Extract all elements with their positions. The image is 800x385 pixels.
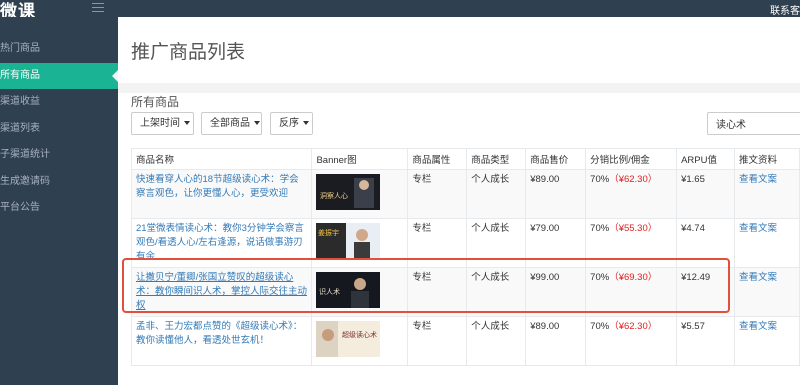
sidebar-item-subchannel-stats[interactable]: 子渠道统计 [0,142,118,169]
product-type: 个人成长 [466,316,527,366]
sidebar-item-invite-code[interactable]: 生成邀请码 [0,169,118,196]
table-header-row: 商品名称 Banner图 商品属性 商品类型 商品售价 分销比例/佣金 ARPU… [130,148,800,170]
table-row: 快速看穿人心的18节超级读心术：学会察言观色，让你更懂人心，更受欢迎 洞察人心 … [130,169,800,219]
table-row-highlighted: 让撒贝宁/董卿/张国立赞叹的超级读心术：教你瞬间识人术，掌控人际交往主动权 识人… [130,267,800,317]
banner-image[interactable]: 姜振宇 [316,223,381,259]
order-label: 反序 [279,118,299,129]
column-header: 推文资料 [734,148,800,170]
banner-image[interactable]: 超级读心术 [316,321,381,357]
column-header: 商品名称 [130,148,313,170]
search-input[interactable] [707,112,800,135]
sidebar-item-announcements[interactable]: 平台公告 [0,195,118,222]
chevron-down-icon [184,121,190,126]
sidebar-item-channels[interactable]: 渠道列表 [0,116,118,143]
product-price: ¥79.00 [525,218,587,268]
product-price: ¥89.00 [525,316,587,366]
column-header: 分销比例/佣金 [585,148,678,170]
commission-amount: （¥55.30） [609,223,658,234]
sort-time-dropdown[interactable]: 上架时间 [131,112,194,135]
product-attr: 专栏 [407,267,468,317]
product-filter-dropdown[interactable]: 全部商品 [201,112,262,135]
section-title: 所有商品 [131,95,180,109]
banner-image[interactable]: 洞察人心 [316,174,381,210]
arpu-value: ¥4.74 [676,218,736,268]
banner-caption: 姜振宇 [318,228,339,237]
banner-caption: 超级读心术 [342,330,377,339]
product-name-link[interactable]: 孟非、王力宏都点赞的《超级读心术》：教你读懂他人，看透处世玄机！ [136,321,302,346]
column-header: ARPU值 [676,148,736,170]
view-copy-link[interactable]: 查看文案 [739,174,777,185]
arpu-value: ¥12.49 [676,267,736,317]
product-price: ¥99.00 [525,267,587,317]
banner-image[interactable]: 识人术 [316,272,381,308]
product-type: 个人成长 [466,218,527,268]
banner-caption: 识人术 [319,287,340,296]
commission-cell: 70%（¥55.30） [585,218,678,268]
commission-cell: 70%（¥62.30） [585,316,678,366]
table-row: 孟非、王力宏都点赞的《超级读心术》：教你读懂他人，看透处世玄机！ 超级读心术 专… [130,316,800,366]
product-type: 个人成长 [466,267,527,317]
header-separator [118,83,800,93]
order-dropdown[interactable]: 反序 [270,112,313,135]
arpu-value: ¥5.57 [676,316,736,366]
commission-amount: （¥69.30） [609,272,658,283]
product-table: 商品名称 Banner图 商品属性 商品类型 商品售价 分销比例/佣金 ARPU… [130,148,800,366]
product-filter-label: 全部商品 [210,118,250,129]
sidebar-item-hot[interactable]: 热门商品 [0,36,118,63]
page-title: 推广商品列表 [131,42,246,63]
product-attr: 专栏 [407,316,468,366]
commission-cell: 70%（¥69.30） [585,267,678,317]
ratio: 70% [590,223,610,234]
product-name-link[interactable]: 快速看穿人心的18节超级读心术：学会察言观色，让你更懂人心，更受欢迎 [136,174,299,199]
banner-caption: 洞察人心 [320,191,348,200]
chevron-down-icon [254,121,260,126]
table-row: 21堂微表情读心术：教你3分钟学会察言观色/看透人心/左右逢源，说话做事游刃有余… [130,218,800,268]
ratio: 70% [590,321,610,332]
column-header: 商品售价 [525,148,587,170]
column-header: 商品类型 [466,148,527,170]
product-attr: 专栏 [407,218,468,268]
main-content: 推广商品列表 所有商品 上架时间 全部商品 反序 商品名称 Banner图 商品… [118,17,800,385]
contact-link[interactable]: 联系客 [770,2,800,17]
commission-cell: 70%（¥62.30） [585,169,678,219]
commission-amount: （¥62.30） [609,321,658,332]
sidebar: 热门商品 所有商品 渠道收益 渠道列表 子渠道统计 生成邀请码 平台公告 [0,17,118,385]
ratio: 70% [590,272,610,283]
product-attr: 专栏 [407,169,468,219]
view-copy-link[interactable]: 查看文案 [739,223,777,234]
menu-toggle-icon[interactable] [92,3,104,15]
product-name-link[interactable]: 21堂微表情读心术：教你3分钟学会察言观色/看透人心/左右逢源，说话做事游刃有余 [136,223,304,262]
ratio: 70% [590,174,610,185]
product-name-link[interactable]: 让撒贝宁/董卿/张国立赞叹的超级读心术：教你瞬间识人术，掌控人际交往主动权 [136,272,307,311]
commission-amount: （¥62.30） [609,174,658,185]
column-header: 商品属性 [407,148,468,170]
sidebar-item-earnings[interactable]: 渠道收益 [0,89,118,116]
product-type: 个人成长 [466,169,527,219]
chevron-down-icon [303,121,309,126]
sort-time-label: 上架时间 [140,118,180,129]
column-header: Banner图 [311,148,409,170]
view-copy-link[interactable]: 查看文案 [739,272,777,283]
view-copy-link[interactable]: 查看文案 [739,321,777,332]
arpu-value: ¥1.65 [676,169,736,219]
sidebar-item-all[interactable]: 所有商品 [0,62,118,89]
top-bar: 微课 联系客 [0,0,800,21]
product-price: ¥89.00 [525,169,587,219]
